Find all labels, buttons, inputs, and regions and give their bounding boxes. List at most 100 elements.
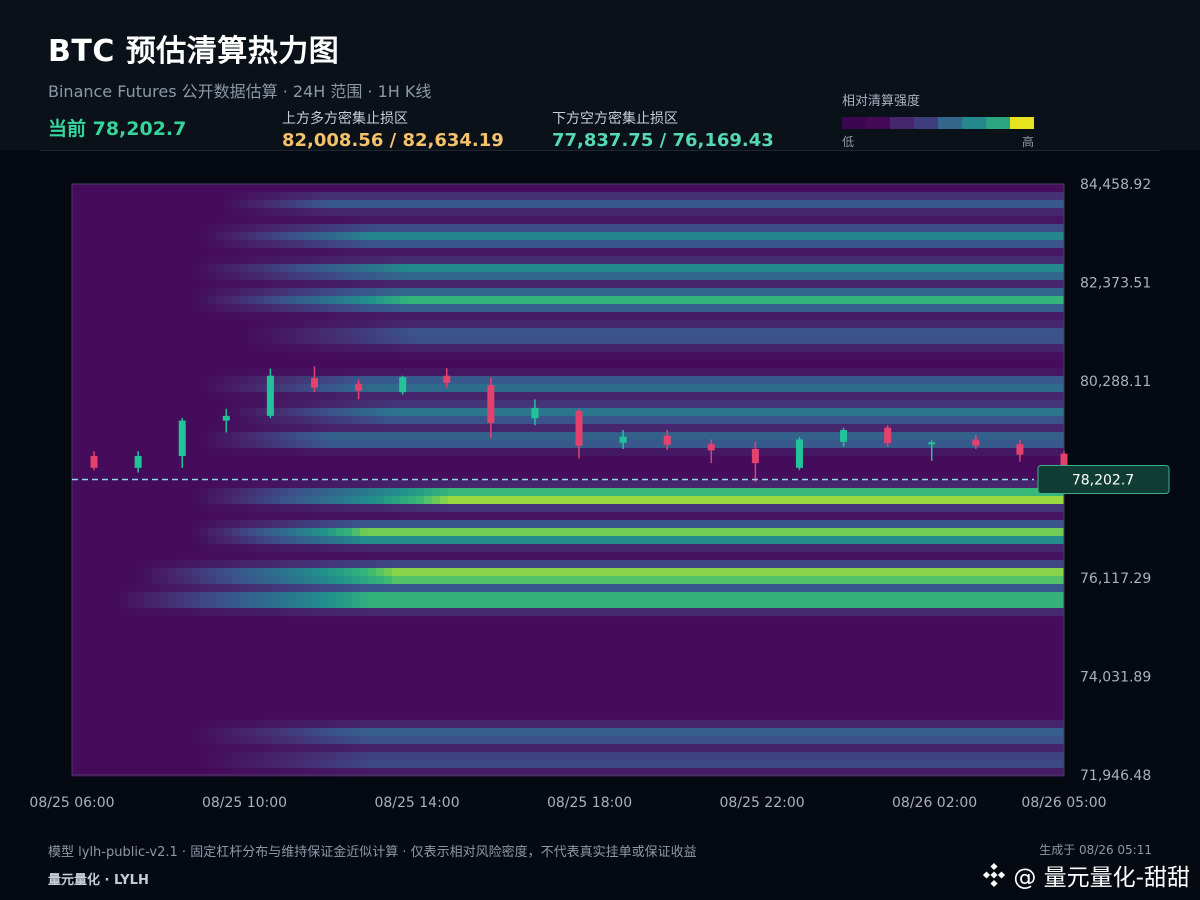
heatmap-cell xyxy=(520,664,529,673)
heatmap-cell xyxy=(440,304,449,313)
heatmap-cell xyxy=(600,528,609,537)
heatmap-cell xyxy=(536,248,545,257)
heatmap-cell xyxy=(544,688,553,697)
heatmap-cell xyxy=(376,264,385,273)
heatmap-cell xyxy=(528,600,537,609)
heatmap-cell xyxy=(200,256,209,265)
heatmap-cell xyxy=(576,632,585,641)
heatmap-cell xyxy=(448,520,457,529)
heatmap-cell xyxy=(240,632,249,641)
heatmap-cell xyxy=(352,520,361,529)
heatmap-cell xyxy=(192,256,201,265)
heatmap-cell xyxy=(288,720,297,729)
heatmap-cell xyxy=(408,432,417,441)
heatmap-cell xyxy=(480,400,489,409)
heatmap-cell xyxy=(272,272,281,281)
heatmap-cell xyxy=(576,688,585,697)
heatmap-cell xyxy=(344,200,353,209)
heatmap-cell xyxy=(576,248,585,257)
heatmap-cell xyxy=(72,512,81,521)
heatmap-cell xyxy=(400,632,409,641)
heatmap-cell xyxy=(96,240,105,249)
heatmap-cell xyxy=(288,432,297,441)
heatmap-cell xyxy=(168,296,177,305)
heatmap-cell xyxy=(200,480,209,489)
heatmap-cell xyxy=(392,344,401,353)
heatmap-cell xyxy=(80,632,89,641)
heatmap-cell xyxy=(592,336,601,345)
heatmap-cell xyxy=(176,288,185,297)
heatmap-cell xyxy=(360,192,369,201)
heatmap-cell xyxy=(272,648,281,657)
heatmap-cell xyxy=(328,480,337,489)
heatmap-cell xyxy=(392,512,401,521)
heatmap-cell xyxy=(88,528,97,537)
heatmap-cell xyxy=(488,464,497,473)
heatmap-cell xyxy=(392,352,401,361)
heatmap-cell xyxy=(392,592,401,601)
heatmap-cell xyxy=(368,424,377,433)
heatmap-cell xyxy=(432,240,441,249)
heatmap-cell xyxy=(112,592,121,601)
heatmap-cell xyxy=(304,728,313,737)
heatmap-cell xyxy=(144,360,153,369)
heatmap-cell xyxy=(144,264,153,273)
heatmap-cell xyxy=(352,488,361,497)
heatmap-cell xyxy=(72,432,81,441)
heatmap-cell xyxy=(144,344,153,353)
heatmap-cell xyxy=(304,416,313,425)
heatmap-cell xyxy=(472,656,481,665)
heatmap-cell xyxy=(136,536,145,545)
heatmap-cell xyxy=(152,488,161,497)
heatmap-cell xyxy=(88,584,97,593)
heatmap-cell xyxy=(160,432,169,441)
heatmap-cell xyxy=(424,400,433,409)
heatmap-cell xyxy=(248,552,257,561)
heatmap-cell xyxy=(112,648,121,657)
heatmap-cell xyxy=(432,216,441,225)
heatmap-cell xyxy=(328,656,337,665)
heatmap-cell xyxy=(392,192,401,201)
heatmap-cell xyxy=(120,464,129,473)
heatmap-cell xyxy=(192,600,201,609)
heatmap-cell xyxy=(520,616,529,625)
heatmap-cell xyxy=(544,624,553,633)
heatmap-cell xyxy=(568,256,577,265)
heatmap-cell xyxy=(384,552,393,561)
heatmap-cell xyxy=(424,496,433,505)
heatmap-cell xyxy=(424,640,433,649)
heatmap-cell xyxy=(560,480,569,489)
heatmap-cell xyxy=(408,584,417,593)
heatmap-cell xyxy=(184,568,193,577)
heatmap-cell xyxy=(528,208,537,217)
heatmap-cell xyxy=(296,544,305,553)
heatmap-cell xyxy=(376,464,385,473)
legend-swatch xyxy=(914,117,938,129)
heatmap-cell xyxy=(424,520,433,529)
heatmap-cell xyxy=(264,688,273,697)
heatmap-cell xyxy=(568,664,577,673)
heatmap-cell xyxy=(144,272,153,281)
heatmap-cell xyxy=(232,344,241,353)
heatmap-cell xyxy=(336,760,345,769)
heatmap-cell xyxy=(392,488,401,497)
heatmap-cell xyxy=(376,536,385,545)
heatmap-cell xyxy=(520,696,529,705)
heatmap-cell xyxy=(336,376,345,385)
heatmap-cell xyxy=(424,744,433,753)
heatmap-cell xyxy=(272,528,281,537)
heatmap-cell xyxy=(200,736,209,745)
heatmap-cell xyxy=(360,232,369,241)
heatmap-cell xyxy=(320,664,329,673)
heatmap-cell xyxy=(80,576,89,585)
heatmap-cell xyxy=(360,648,369,657)
heatmap-cell xyxy=(296,224,305,233)
heatmap-cell xyxy=(376,584,385,593)
heatmap-cell xyxy=(168,392,177,401)
heatmap-cell xyxy=(208,216,217,225)
heatmap-cell xyxy=(352,368,361,377)
heatmap-cell xyxy=(120,640,129,649)
heatmap-cell xyxy=(144,560,153,569)
heatmap-cell xyxy=(496,592,505,601)
heatmap-cell xyxy=(144,392,153,401)
